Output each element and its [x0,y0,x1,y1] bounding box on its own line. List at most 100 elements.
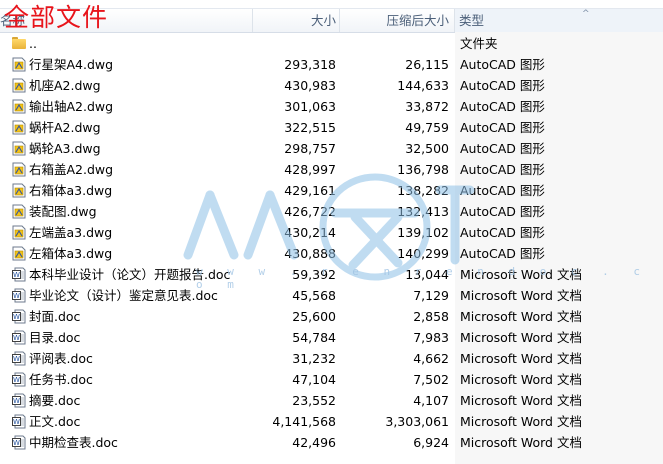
autocad-file-icon [12,141,26,156]
file-name: 评阅表.doc [29,351,93,366]
list-item[interactable]: 装配图.dwg 426,722 132,413 AutoCAD 图形 [0,201,663,222]
file-type: AutoCAD 图形 [460,78,545,93]
file-name: 蜗轮A3.dwg [29,141,101,156]
file-size: 23,552 [292,393,336,408]
svg-text:W: W [13,376,20,384]
list-item[interactable]: W 中期检查表.doc 42,496 6,924 Microsoft Word 文档 [0,432,663,453]
file-size: 54,784 [292,330,336,345]
file-compressed-size: 7,983 [413,330,449,345]
list-item[interactable]: 蜗杆A2.dwg 322,515 49,759 AutoCAD 图形 [0,117,663,138]
autocad-file-icon [12,246,26,261]
page-title: 全部文件 [4,3,109,32]
list-item[interactable]: 行星架A4.dwg 293,318 26,115 AutoCAD 图形 [0,54,663,75]
file-compressed-size: 49,759 [405,120,449,135]
word-document-icon: W [12,330,26,345]
file-type: AutoCAD 图形 [460,99,545,114]
list-item[interactable]: W 评阅表.doc 31,232 4,662 Microsoft Word 文档 [0,348,663,369]
file-size: 430,983 [284,78,336,93]
list-item[interactable]: W 摘要.doc 23,552 4,107 Microsoft Word 文档 [0,390,663,411]
list-item[interactable]: 右箱体a3.dwg 429,161 138,282 AutoCAD 图形 [0,180,663,201]
file-compressed-size: 136,798 [397,162,449,177]
file-size: 293,318 [284,57,336,72]
list-item[interactable]: 蜗轮A3.dwg 298,757 32,500 AutoCAD 图形 [0,138,663,159]
list-item[interactable]: W 封面.doc 25,600 2,858 Microsoft Word 文档 [0,306,663,327]
file-compressed-size: 132,413 [397,204,449,219]
file-compressed-size: 33,872 [405,99,449,114]
list-item[interactable]: 右箱盖A2.dwg 428,997 136,798 AutoCAD 图形 [0,159,663,180]
autocad-file-icon [12,120,26,135]
file-compressed-size: 138,282 [397,183,449,198]
word-document-icon: W [12,309,26,324]
file-name: 毕业论文（设计）鉴定意见表.doc [29,288,218,303]
file-name: 左箱体a3.dwg [29,246,113,261]
file-name: 蜗杆A2.dwg [29,120,101,135]
file-size: 428,997 [284,162,336,177]
file-compressed-size: 4,107 [413,393,449,408]
svg-text:W: W [13,397,20,405]
folder-icon [12,37,26,49]
file-name: 中期检查表.doc [29,435,118,450]
file-name: 左端盖a3.dwg [29,225,113,240]
autocad-file-icon [12,78,26,93]
file-compressed-size: 144,633 [397,78,449,93]
autocad-file-icon [12,183,26,198]
list-item[interactable]: W 目录.doc 54,784 7,983 Microsoft Word 文档 [0,327,663,348]
list-item[interactable]: 左箱体a3.dwg 430,888 140,299 AutoCAD 图形 [0,243,663,264]
column-header-compressed-size[interactable]: 压缩后大小 [340,9,453,32]
file-name: 封面.doc [29,309,81,324]
file-size: 322,515 [284,120,336,135]
file-compressed-size: 4,662 [413,351,449,366]
list-item[interactable]: W 正文.doc 4,141,568 3,303,061 Microsoft Word … [0,411,663,432]
file-compressed-size: 3,303,061 [385,414,449,429]
file-name: 右箱盖A2.dwg [29,162,114,177]
file-size: 25,600 [292,309,336,324]
word-document-icon: W [12,288,26,303]
svg-text:W: W [13,355,20,363]
file-type: 文件夹 [460,36,498,51]
file-size: 47,104 [292,372,336,387]
file-name: 机座A2.dwg [29,78,101,93]
file-type: AutoCAD 图形 [460,204,545,219]
watermark-url: w w w . r e n r e n d o c . c o m [196,265,650,291]
file-type: Microsoft Word 文档 [460,435,582,450]
file-size: 426,722 [284,204,336,219]
file-list: .. 文件夹 行星架A4.dwg 293,318 26,115 AutoCAD 图形机… [0,33,663,453]
autocad-file-icon [12,99,26,114]
list-item-parent-folder[interactable]: .. 文件夹 [0,33,663,54]
column-header-type[interactable]: 类型 [455,9,663,32]
file-type: AutoCAD 图形 [460,120,545,135]
file-name: .. [29,36,37,51]
file-type: AutoCAD 图形 [460,225,545,240]
file-type: Microsoft Word 文档 [460,330,582,345]
svg-text:W: W [13,313,20,321]
file-size: 298,757 [284,141,336,156]
autocad-file-icon [12,57,26,72]
file-type: Microsoft Word 文档 [460,351,582,366]
file-size: 301,063 [284,99,336,114]
list-item[interactable]: 输出轴A2.dwg 301,063 33,872 AutoCAD 图形 [0,96,663,117]
file-name: 目录.doc [29,330,81,345]
word-document-icon: W [12,414,26,429]
file-compressed-size: 7,502 [413,372,449,387]
file-size: 31,232 [292,351,336,366]
file-type: Microsoft Word 文档 [460,372,582,387]
column-header-size[interactable]: 大小 [253,9,339,32]
list-item[interactable]: 机座A2.dwg 430,983 144,633 AutoCAD 图形 [0,75,663,96]
list-item[interactable]: 左端盖a3.dwg 430,214 139,102 AutoCAD 图形 [0,222,663,243]
word-document-icon: W [12,267,26,282]
file-compressed-size: 32,500 [405,141,449,156]
autocad-file-icon [12,204,26,219]
file-name: 行星架A4.dwg [29,57,114,72]
file-name: 装配图.dwg [29,204,97,219]
file-type: AutoCAD 图形 [460,162,545,177]
svg-text:W: W [13,439,20,447]
file-type: AutoCAD 图形 [460,141,545,156]
svg-text:W: W [13,292,20,300]
file-type: AutoCAD 图形 [460,57,545,72]
file-name: 任务书.doc [29,372,93,387]
file-compressed-size: 6,924 [413,435,449,450]
word-document-icon: W [12,372,26,387]
file-compressed-size: 26,115 [405,57,449,72]
list-item[interactable]: W 任务书.doc 47,104 7,502 Microsoft Word 文档 [0,369,663,390]
file-size: 429,161 [284,183,336,198]
